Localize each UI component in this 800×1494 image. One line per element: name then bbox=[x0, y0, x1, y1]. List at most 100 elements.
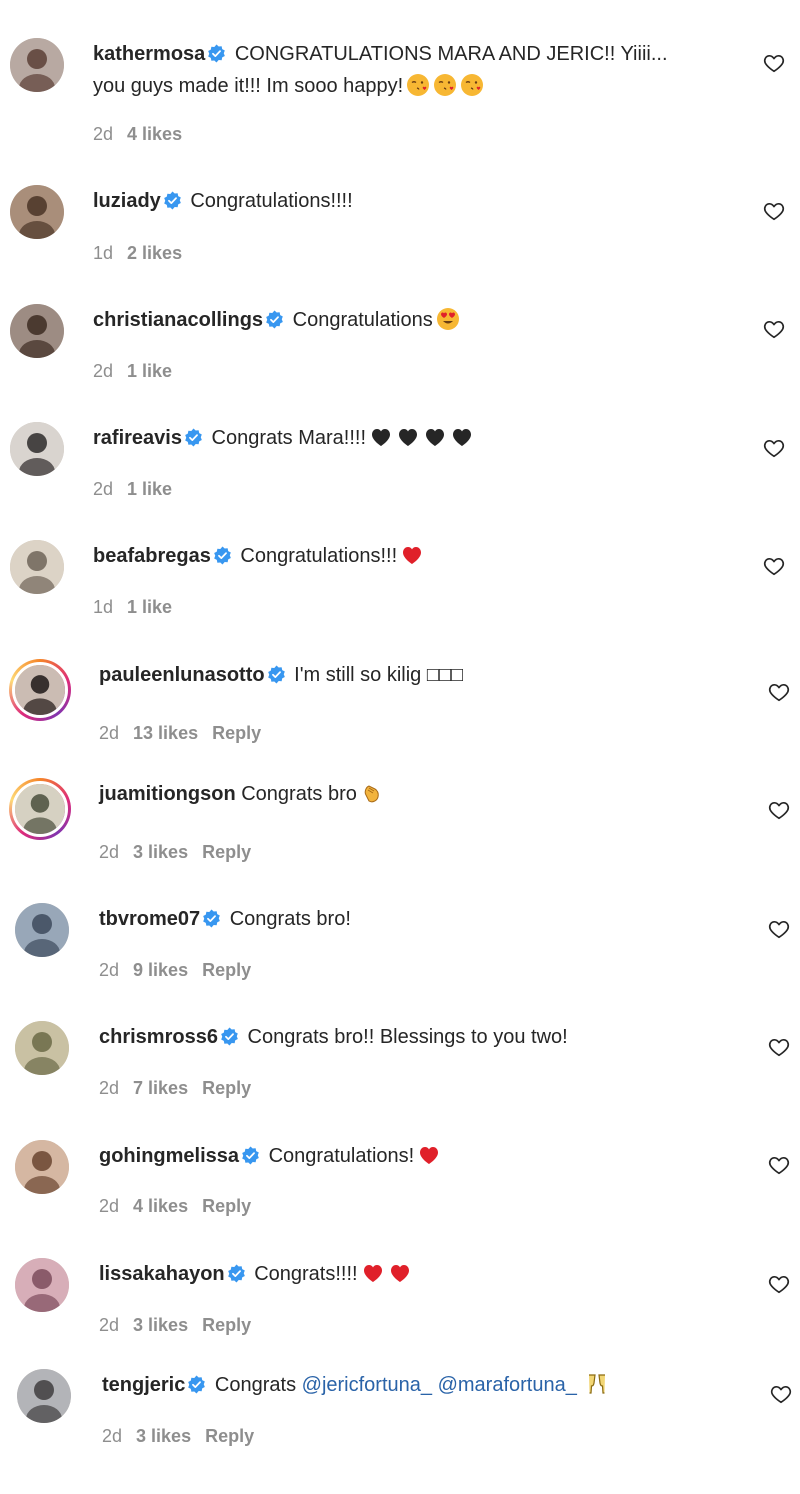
comment-username[interactable]: gohingmelissa bbox=[99, 1145, 239, 1167]
comment-timestamp[interactable]: 2d bbox=[99, 842, 119, 862]
comment-line: pauleenlunasotto I'm still so kilig □□□ bbox=[99, 659, 740, 691]
verified-badge-icon bbox=[227, 1264, 245, 1283]
verified-badge-icon bbox=[221, 1027, 238, 1046]
avatar[interactable] bbox=[15, 903, 69, 957]
comment-meta: 2d 1 like bbox=[93, 361, 186, 382]
comment-username[interactable]: luziady bbox=[93, 190, 161, 212]
comment-likes-count[interactable]: 3 likes bbox=[133, 1315, 188, 1335]
like-heart-icon[interactable] bbox=[763, 200, 785, 222]
comment-meta: 2d 13 likes Reply bbox=[99, 723, 275, 744]
comment-likes-count[interactable]: 7 likes bbox=[133, 1078, 188, 1098]
like-heart-icon[interactable] bbox=[763, 437, 785, 459]
comment-timestamp[interactable]: 2d bbox=[99, 1078, 119, 1098]
avatar[interactable] bbox=[10, 540, 64, 594]
comment-username[interactable]: lissakahayon bbox=[99, 1263, 225, 1285]
comment-meta: 2d 4 likes bbox=[93, 124, 196, 145]
comment-text: Congrats!!!! bbox=[254, 1263, 358, 1285]
avatar[interactable] bbox=[17, 1369, 71, 1423]
mention-link[interactable]: @jericfortuna_ bbox=[302, 1374, 432, 1396]
comment-username[interactable]: pauleenlunasotto bbox=[99, 664, 265, 686]
comment-likes-count[interactable]: 1 like bbox=[127, 597, 172, 617]
red-heart-icon bbox=[400, 543, 424, 567]
comment-line: rafireavis Congrats Mara!!!! bbox=[93, 422, 740, 454]
comment-timestamp[interactable]: 2d bbox=[93, 124, 113, 144]
like-heart-icon[interactable] bbox=[768, 1154, 790, 1176]
heart-eyes-face-icon bbox=[436, 307, 460, 331]
comment-username[interactable]: tbvrome07 bbox=[99, 908, 200, 930]
like-heart-icon[interactable] bbox=[768, 799, 790, 821]
comment-line: christianacollings Congratulations bbox=[93, 304, 740, 336]
reply-button[interactable]: Reply bbox=[205, 1426, 254, 1446]
comment-timestamp[interactable]: 2d bbox=[99, 1315, 119, 1335]
comment-text: CONGRATULATIONS MARA AND JERIC!! Yiiii..… bbox=[234, 43, 668, 65]
clapping-hands-icon bbox=[360, 781, 384, 805]
comment-timestamp[interactable]: 1d bbox=[93, 243, 113, 263]
comment-likes-count[interactable]: 1 like bbox=[127, 479, 172, 499]
red-heart-icon bbox=[361, 1261, 385, 1285]
comment-meta: 2d 1 like bbox=[93, 479, 186, 500]
comment-likes-count[interactable]: 1 like bbox=[127, 361, 172, 381]
like-heart-icon[interactable] bbox=[763, 555, 785, 577]
comment-timestamp[interactable]: 2d bbox=[93, 361, 113, 381]
reply-button[interactable]: Reply bbox=[202, 960, 251, 980]
comment-likes-count[interactable]: 3 likes bbox=[133, 842, 188, 862]
comment-line: tengjeric Congrats @jericfortuna_ @maraf… bbox=[102, 1369, 740, 1401]
verified-badge-icon bbox=[242, 1146, 259, 1165]
comment-line: lissakahayon Congrats!!!! bbox=[99, 1258, 740, 1290]
comment-line: kathermosa CONGRATULATIONS MARA AND JERI… bbox=[93, 38, 740, 70]
verified-badge-icon bbox=[163, 191, 181, 210]
red-heart-icon bbox=[388, 1261, 412, 1285]
avatar[interactable] bbox=[15, 1258, 69, 1312]
comment-timestamp[interactable]: 2d bbox=[99, 1196, 119, 1216]
like-heart-icon[interactable] bbox=[770, 1383, 792, 1405]
like-heart-icon[interactable] bbox=[763, 52, 785, 74]
comment-line: gohingmelissa Congratulations! bbox=[99, 1140, 740, 1172]
avatar[interactable] bbox=[10, 185, 64, 239]
comment-line: juamitiongson Congrats bro bbox=[99, 778, 740, 810]
comment-text: Congrats bbox=[214, 1374, 297, 1396]
comment-likes-count[interactable]: 4 likes bbox=[133, 1196, 188, 1216]
avatar[interactable] bbox=[9, 659, 71, 721]
verified-badge-icon bbox=[267, 665, 285, 684]
black-heart-icon bbox=[423, 425, 447, 449]
like-heart-icon[interactable] bbox=[768, 1273, 790, 1295]
comment-username[interactable]: beafabregas bbox=[93, 545, 211, 567]
like-heart-icon[interactable] bbox=[768, 681, 790, 703]
avatar[interactable] bbox=[15, 1021, 69, 1075]
avatar[interactable] bbox=[10, 304, 64, 358]
like-heart-icon[interactable] bbox=[768, 918, 790, 940]
mention-link[interactable]: @marafortuna_ bbox=[438, 1374, 577, 1396]
avatar[interactable] bbox=[10, 38, 64, 92]
comment-username[interactable]: tengjeric bbox=[102, 1374, 185, 1396]
reply-button[interactable]: Reply bbox=[212, 723, 261, 743]
avatar[interactable] bbox=[10, 422, 64, 476]
verified-badge-icon bbox=[214, 546, 231, 565]
comment-likes-count[interactable]: 4 likes bbox=[127, 124, 182, 144]
comment-username[interactable]: chrismross6 bbox=[99, 1026, 218, 1048]
reply-button[interactable]: Reply bbox=[202, 1196, 251, 1216]
comment-text: Congrats bro! bbox=[229, 908, 351, 930]
comment-username[interactable]: kathermosa bbox=[93, 43, 205, 65]
reply-button[interactable]: Reply bbox=[202, 842, 251, 862]
like-heart-icon[interactable] bbox=[763, 318, 785, 340]
comment-timestamp[interactable]: 1d bbox=[93, 597, 113, 617]
comment-likes-count[interactable]: 9 likes bbox=[133, 960, 188, 980]
comment-likes-count[interactable]: 3 likes bbox=[136, 1426, 191, 1446]
like-heart-icon[interactable] bbox=[768, 1036, 790, 1058]
avatar[interactable] bbox=[15, 1140, 69, 1194]
avatar[interactable] bbox=[9, 778, 71, 840]
reply-button[interactable]: Reply bbox=[202, 1078, 251, 1098]
black-heart-icon bbox=[450, 425, 474, 449]
comment-username[interactable]: rafireavis bbox=[93, 427, 182, 449]
reply-button[interactable]: Reply bbox=[202, 1315, 251, 1335]
comment-likes-count[interactable]: 2 likes bbox=[127, 243, 182, 263]
comment-timestamp[interactable]: 2d bbox=[99, 723, 119, 743]
comment-line: you guys made it!!! Im sooo happy! bbox=[93, 70, 740, 102]
comment-username[interactable]: juamitiongson bbox=[99, 783, 236, 805]
verified-badge-icon bbox=[208, 44, 226, 63]
comment-timestamp[interactable]: 2d bbox=[102, 1426, 122, 1446]
comment-likes-count[interactable]: 13 likes bbox=[133, 723, 198, 743]
comment-timestamp[interactable]: 2d bbox=[99, 960, 119, 980]
comment-timestamp[interactable]: 2d bbox=[93, 479, 113, 499]
comment-username[interactable]: christianacollings bbox=[93, 309, 263, 331]
